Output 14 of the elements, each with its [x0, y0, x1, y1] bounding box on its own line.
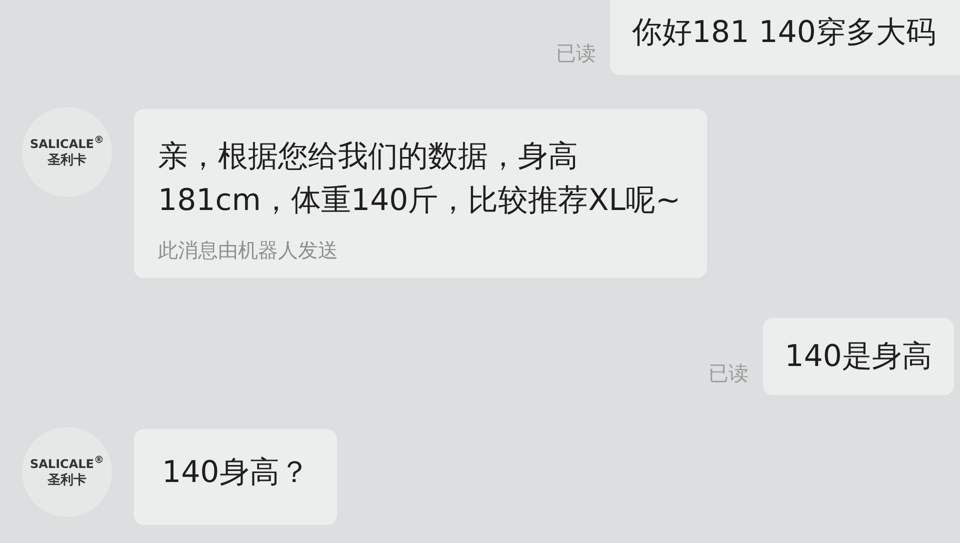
message-text: 你好181 140穿多大码: [632, 15, 936, 50]
avatar[interactable]: SALICALE$^{®}$ 圣利卡: [22, 107, 112, 197]
brand-name: 圣利卡: [48, 152, 86, 169]
avatar[interactable]: SALICALE$^{®}$ 圣利卡: [22, 427, 112, 517]
brand-name: 圣利卡: [48, 472, 86, 489]
bot-notice: 此消息由机器人发送: [158, 237, 339, 264]
read-receipt: 已读: [708, 360, 749, 387]
message-text: 亲，根据您给我们的数据，身高: [158, 138, 579, 176]
message-text: 140身高？: [162, 454, 310, 492]
message-text: 140是身高: [784, 339, 932, 374]
brand-logo-text: SALICALE$^{®}$: [30, 455, 104, 471]
brand-logo-text: SALICALE$^{®}$: [30, 135, 104, 151]
message-text: 181cm，体重140斤，比较推荐XL呢~: [158, 182, 681, 220]
read-receipt: 已读: [556, 40, 596, 67]
